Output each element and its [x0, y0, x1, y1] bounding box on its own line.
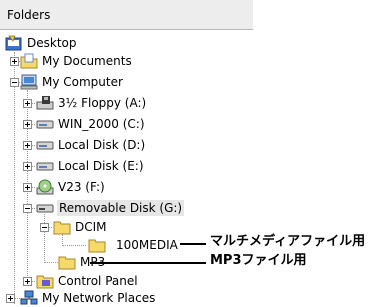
- hard-disk-icon: [36, 162, 54, 171]
- desktop-icon: [5, 35, 22, 51]
- collapse-toggle[interactable]: [40, 223, 49, 232]
- my-documents-icon: [20, 53, 38, 69]
- callout-pointer-line: [90, 262, 206, 264]
- tree-item-network[interactable]: My Network Places: [20, 289, 160, 307]
- network-places-icon: [20, 290, 38, 305]
- tree-item-local-disk-d[interactable]: Local Disk (D:): [36, 136, 156, 154]
- tree-label: Desktop: [27, 36, 77, 50]
- folder-icon: [58, 256, 76, 270]
- collapse-toggle[interactable]: [10, 78, 19, 87]
- hard-disk-icon: [36, 141, 54, 150]
- tree-line: [44, 262, 58, 263]
- tree-item-dcim[interactable]: DCIM: [53, 218, 123, 236]
- callout-pointer-line: [180, 243, 206, 245]
- cd-drive-icon: [36, 179, 54, 195]
- tree-label: 3½ Floppy (A:): [58, 96, 147, 110]
- folder-icon: [53, 221, 71, 235]
- expand-toggle[interactable]: [6, 294, 15, 303]
- folder-tree: Desktop My Documents My Computer 3½ Flop…: [0, 0, 380, 307]
- removable-disk-icon: [36, 204, 54, 213]
- tree-label: Removable Disk (G:): [57, 200, 185, 216]
- floppy-drive-icon: [36, 96, 54, 110]
- tree-label: Local Disk (E:): [58, 159, 144, 173]
- tree-label: My Computer: [42, 75, 123, 89]
- tree-item-control-panel[interactable]: Control Panel: [36, 272, 156, 290]
- tree-line: [62, 245, 86, 246]
- expand-toggle[interactable]: [23, 141, 32, 150]
- expand-toggle[interactable]: [23, 120, 32, 129]
- expand-toggle[interactable]: [10, 57, 19, 66]
- expand-toggle[interactable]: [23, 183, 32, 192]
- folder-icon: [88, 239, 106, 253]
- tree-item-100media[interactable]: 100MEDIA: [88, 236, 188, 254]
- my-computer-icon: [20, 74, 38, 90]
- tree-line: [44, 214, 45, 263]
- tree-item-desktop[interactable]: Desktop: [5, 34, 95, 52]
- tree-item-local-disk-e[interactable]: Local Disk (E:): [36, 157, 156, 175]
- hard-disk-icon: [36, 120, 54, 129]
- tree-item-my-computer[interactable]: My Computer: [20, 73, 140, 91]
- tree-label: 100MEDIA: [116, 238, 178, 252]
- expand-toggle[interactable]: [23, 99, 32, 108]
- tree-item-my-documents[interactable]: My Documents: [20, 52, 140, 70]
- tree-line: [14, 52, 15, 304]
- tree-label: V23 (F:): [58, 180, 105, 194]
- tree-label: Control Panel: [58, 274, 138, 288]
- tree-item-floppy[interactable]: 3½ Floppy (A:): [36, 94, 156, 112]
- tree-item-win2000[interactable]: WIN_2000 (C:): [36, 115, 156, 133]
- tree-label: My Documents: [42, 54, 132, 68]
- tree-label: DCIM: [75, 220, 107, 234]
- tree-label: WIN_2000 (C:): [58, 117, 145, 131]
- callout-multimedia-label: マルチメディアファイル用: [210, 234, 366, 249]
- tree-item-v23[interactable]: V23 (F:): [36, 178, 156, 196]
- tree-label: Local Disk (D:): [58, 138, 146, 152]
- control-panel-icon: [36, 275, 54, 289]
- expand-toggle[interactable]: [23, 162, 32, 171]
- callout-mp3-label: MP3ファイル用: [210, 253, 307, 268]
- tree-item-removable-disk[interactable]: Removable Disk (G:): [36, 199, 186, 217]
- collapse-toggle[interactable]: [23, 204, 32, 213]
- tree-label: My Network Places: [42, 291, 156, 305]
- expand-toggle[interactable]: [23, 277, 32, 286]
